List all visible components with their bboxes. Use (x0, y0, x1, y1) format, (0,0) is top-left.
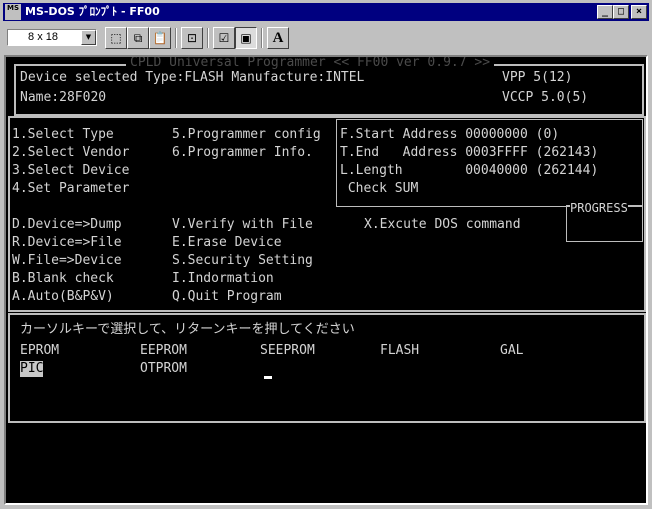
vccp-value: VCCP 5.0(5) (502, 90, 589, 105)
copy-button[interactable]: ⧉ (127, 27, 149, 49)
type-option-otprom[interactable]: OTPROM (140, 361, 187, 377)
length-value[interactable]: L.Length 00040000 (262144) (340, 163, 598, 179)
menu-programmer-config[interactable]: 5.Programmer config (172, 127, 321, 143)
menu-select-vendor[interactable]: 2.Select Vendor (12, 145, 129, 161)
mark-button[interactable]: ⬚ (105, 27, 127, 49)
selector-prompt: カーソルキーで選択して、リターンキーを押してください (20, 322, 355, 337)
cmd-execute-dos[interactable]: X.Excute DOS command (364, 217, 521, 233)
close-button[interactable]: × (631, 5, 647, 19)
font-size-value: 8 x 18 (28, 31, 58, 43)
start-address[interactable]: F.Start Address 00000000 (0) (340, 127, 559, 143)
msdos-app-icon[interactable]: MS (5, 4, 21, 20)
cmd-auto[interactable]: A.Auto(B&P&V) (12, 289, 114, 305)
vpp-value: VPP 5(12) (502, 70, 573, 85)
end-address[interactable]: T.End Address 0003FFFF (262143) (340, 145, 598, 161)
progress-label: PROGRESS (570, 200, 628, 216)
properties-icon: ☑ (218, 31, 230, 45)
text-cursor (264, 376, 272, 379)
close-icon: × (635, 6, 643, 17)
checksum-label: Check SUM (340, 181, 419, 196)
window-title: MS-DOS ﾌﾟﾛﾝﾌﾟﾄ - FF00 (25, 5, 160, 18)
toolbar-separator (207, 28, 209, 48)
font-size-select[interactable]: 8 x 18 ▼ (7, 29, 97, 46)
window-title-bar[interactable]: MS MS-DOS ﾌﾟﾛﾝﾌﾟﾄ - FF00 _ □ × (3, 3, 649, 21)
paste-icon: 📋 (152, 31, 168, 45)
device-selected-line: Device selected Type:FLASH Manufacture:I… (20, 70, 365, 85)
cmd-device-dump[interactable]: D.Device=>Dump (12, 217, 122, 233)
cmd-information[interactable]: I.Indormation (172, 271, 274, 287)
menu-programmer-info[interactable]: 6.Programmer Info. (172, 145, 313, 161)
fullscreen-button[interactable]: ⊡ (181, 27, 203, 49)
menu-set-parameter[interactable]: 4.Set Parameter (12, 181, 129, 197)
toolbar-separator (261, 28, 263, 48)
minimize-icon: _ (601, 6, 609, 17)
type-option-pic[interactable]: PIC (20, 361, 44, 377)
background-icon: ▣ (240, 31, 252, 45)
mark-icon: ⬚ (110, 31, 122, 45)
chevron-down-icon[interactable]: ▼ (81, 30, 96, 45)
cmd-verify[interactable]: V.Verify with File (172, 217, 313, 233)
console-screen[interactable]: CPLD Universal Programmer << FF00 ver 0.… (4, 55, 648, 505)
type-option-flash[interactable]: FLASH (380, 343, 419, 359)
maximize-button[interactable]: □ (613, 5, 629, 19)
menu-select-type[interactable]: 1.Select Type (12, 127, 114, 143)
properties-button[interactable]: ☑ (213, 27, 235, 49)
background-button[interactable]: ▣ (235, 27, 257, 49)
cmd-file-device[interactable]: W.File=>Device (12, 253, 122, 269)
device-name: Name:28F020 (20, 90, 107, 105)
type-option-eprom[interactable]: EPROM (20, 343, 59, 359)
maximize-icon: □ (617, 6, 625, 17)
minimize-button[interactable]: _ (597, 5, 613, 19)
copy-icon: ⧉ (133, 31, 143, 45)
menu-select-device[interactable]: 3.Select Device (12, 163, 129, 179)
cmd-device-file[interactable]: R.Device=>File (12, 235, 122, 251)
program-banner: CPLD Universal Programmer << FF00 ver 0.… (126, 57, 495, 71)
toolbar: 8 x 18 ▼ ⬚ ⧉ 📋 ⊡ ☑ ▣ A (3, 23, 649, 53)
paste-button[interactable]: 📋 (149, 27, 171, 49)
cmd-quit[interactable]: Q.Quit Program (172, 289, 282, 305)
type-option-seeprom[interactable]: SEEPROM (260, 343, 315, 359)
cmd-blank-check[interactable]: B.Blank check (12, 271, 114, 287)
fullscreen-icon: ⊡ (186, 31, 198, 45)
toolbar-separator (175, 28, 177, 48)
font-button[interactable]: A (267, 27, 289, 49)
type-option-gal[interactable]: GAL (500, 343, 523, 359)
cmd-erase[interactable]: E.Erase Device (172, 235, 282, 251)
cmd-security[interactable]: S.Security Setting (172, 253, 313, 269)
font-icon: A (272, 30, 284, 46)
type-option-eeprom[interactable]: EEPROM (140, 343, 187, 359)
